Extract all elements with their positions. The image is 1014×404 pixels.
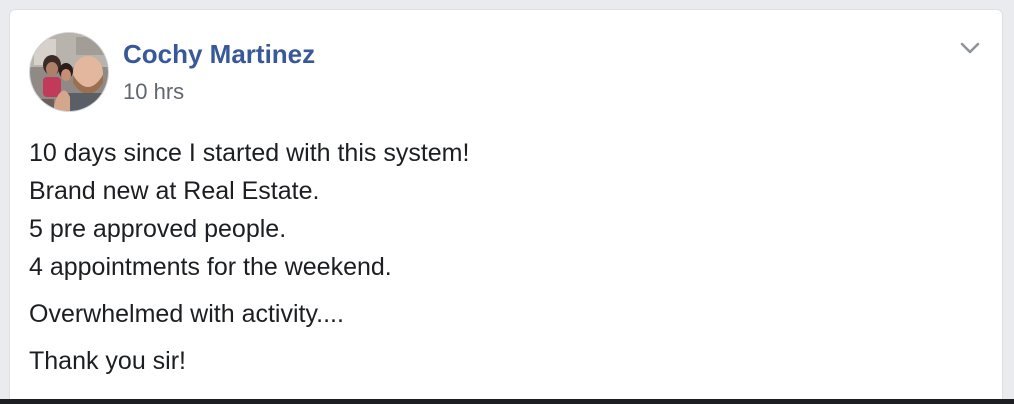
post-line: Overwhelmed with activity.... [29, 300, 344, 328]
post-paragraph: 10 days since I started with this system… [29, 134, 969, 286]
author-name[interactable]: Cochy Martinez [123, 38, 315, 70]
post-line: Thank you sir! [29, 347, 187, 375]
post-options-button[interactable] [956, 36, 984, 58]
post-line: 4 appointments for the weekend. [29, 253, 392, 281]
post-text: 10 days since I started with this system… [29, 134, 969, 389]
post-line: Brand new at Real Estate. [29, 177, 320, 205]
next-post-edge [0, 399, 1014, 404]
post-paragraph: Overwhelmed with activity.... [29, 295, 969, 333]
post-timestamp[interactable]: 10 hrs [123, 78, 184, 106]
post-line: 5 pre approved people. [29, 215, 287, 243]
post-card: Cochy Martinez 10 hrs 10 days since I st… [9, 9, 1003, 404]
avatar-photo [30, 33, 108, 111]
post-line: 10 days since I started with this system… [29, 139, 470, 167]
chevron-down-icon [960, 42, 980, 54]
author-avatar[interactable] [29, 32, 109, 112]
post-paragraph: Thank you sir! [29, 342, 969, 380]
